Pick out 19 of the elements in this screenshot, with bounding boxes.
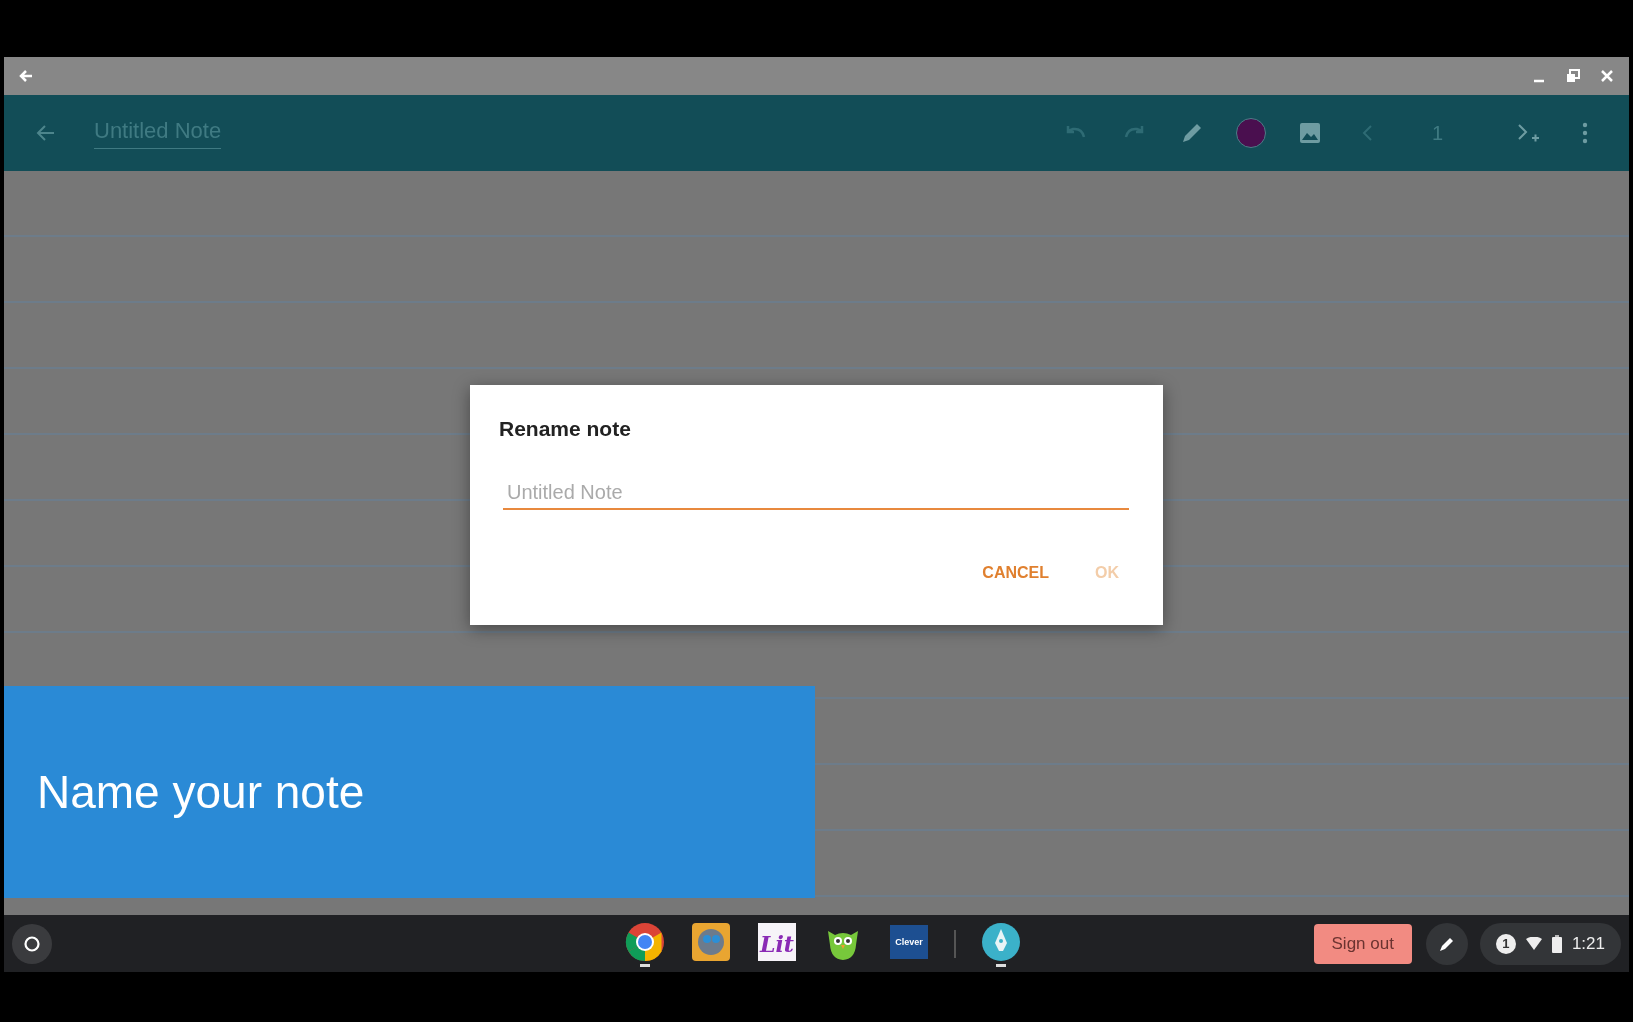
wifi-icon — [1525, 936, 1542, 951]
status-tray[interactable]: 1 1:21 — [1479, 922, 1621, 965]
pen-app-icon[interactable] — [980, 921, 1022, 963]
restore-icon[interactable] — [1565, 68, 1581, 84]
notification-count: 1 — [1495, 933, 1516, 954]
close-icon[interactable] — [1599, 68, 1615, 84]
sign-out-button[interactable]: Sign out — [1313, 923, 1412, 964]
clock-time: 1:21 — [1571, 933, 1605, 954]
circle-icon — [23, 934, 41, 953]
pen-color-swatch[interactable] — [1235, 118, 1266, 148]
caption-banner: Name your note — [4, 686, 815, 898]
battery-icon — [1551, 934, 1562, 953]
robot-app-icon[interactable] — [690, 921, 732, 963]
dialog-title: Rename note — [499, 417, 632, 441]
dialog-button[interactable]: CANCEL — [972, 560, 1059, 586]
launcher-button[interactable] — [12, 923, 52, 964]
back-arrow-icon[interactable] — [18, 68, 34, 84]
browser-icon[interactable] — [624, 921, 666, 963]
lit-app-icon[interactable]: Lit — [756, 921, 798, 963]
